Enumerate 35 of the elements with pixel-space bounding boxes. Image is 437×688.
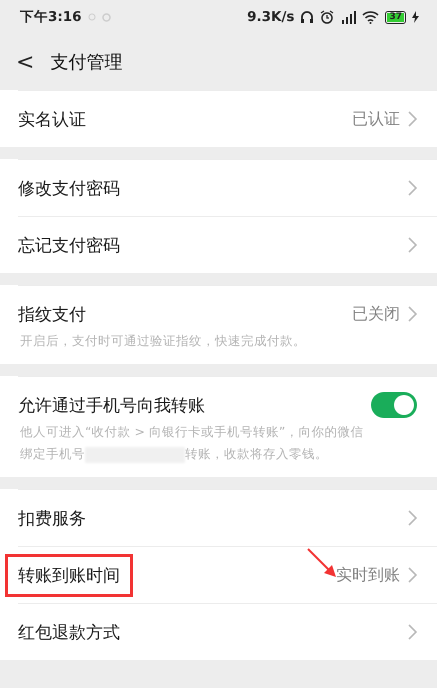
setting-title: 红包退款方式 <box>18 622 120 644</box>
setting-value: 实时到账 <box>336 564 400 586</box>
signal-icon <box>340 10 356 24</box>
network-speed: 9.3K/s <box>247 9 294 25</box>
back-button[interactable]: < <box>16 50 34 74</box>
setting-value: 已认证 <box>352 108 400 130</box>
headphones-icon <box>300 10 314 24</box>
setting-title: 转账到账时间 <box>8 556 130 594</box>
wifi-icon <box>362 10 380 24</box>
settings-icon <box>102 12 111 22</box>
chevron-right-icon <box>408 510 417 526</box>
chevron-right-icon <box>408 624 417 640</box>
setting-title: 忘记支付密码 <box>18 234 120 256</box>
setting-title: 扣费服务 <box>18 508 86 530</box>
chevron-right-icon <box>408 237 417 253</box>
setting-description: 开启后，支付时可通过验证指纹，快速完成付款。 <box>20 333 306 348</box>
status-time: 下午3:16 <box>20 8 82 26</box>
alarm-icon <box>320 10 334 24</box>
setting-value: 已关闭 <box>352 304 400 324</box>
charging-icon <box>412 11 419 23</box>
setting-description: 绑定手机号 <box>20 446 85 461</box>
chevron-right-icon <box>408 111 417 127</box>
chevron-right-icon <box>408 306 417 322</box>
setting-title: 实名认证 <box>18 108 86 130</box>
page-title: 支付管理 <box>50 51 122 74</box>
setting-description: 他人可进入“收付款 > 向银行卡或手机号转账”，向你的微信 <box>20 423 364 441</box>
notification-icon <box>88 13 96 21</box>
toggle-switch[interactable] <box>371 392 417 418</box>
battery-icon: 37 <box>385 10 406 24</box>
setting-title: 指纹支付 <box>18 304 86 326</box>
setting-description: 转账，收款将存入零钱。 <box>185 446 328 461</box>
chevron-right-icon <box>408 567 417 583</box>
setting-title: 修改支付密码 <box>18 178 120 200</box>
chevron-right-icon <box>408 180 417 196</box>
setting-title: 允许通过手机号向我转账 <box>18 394 205 416</box>
